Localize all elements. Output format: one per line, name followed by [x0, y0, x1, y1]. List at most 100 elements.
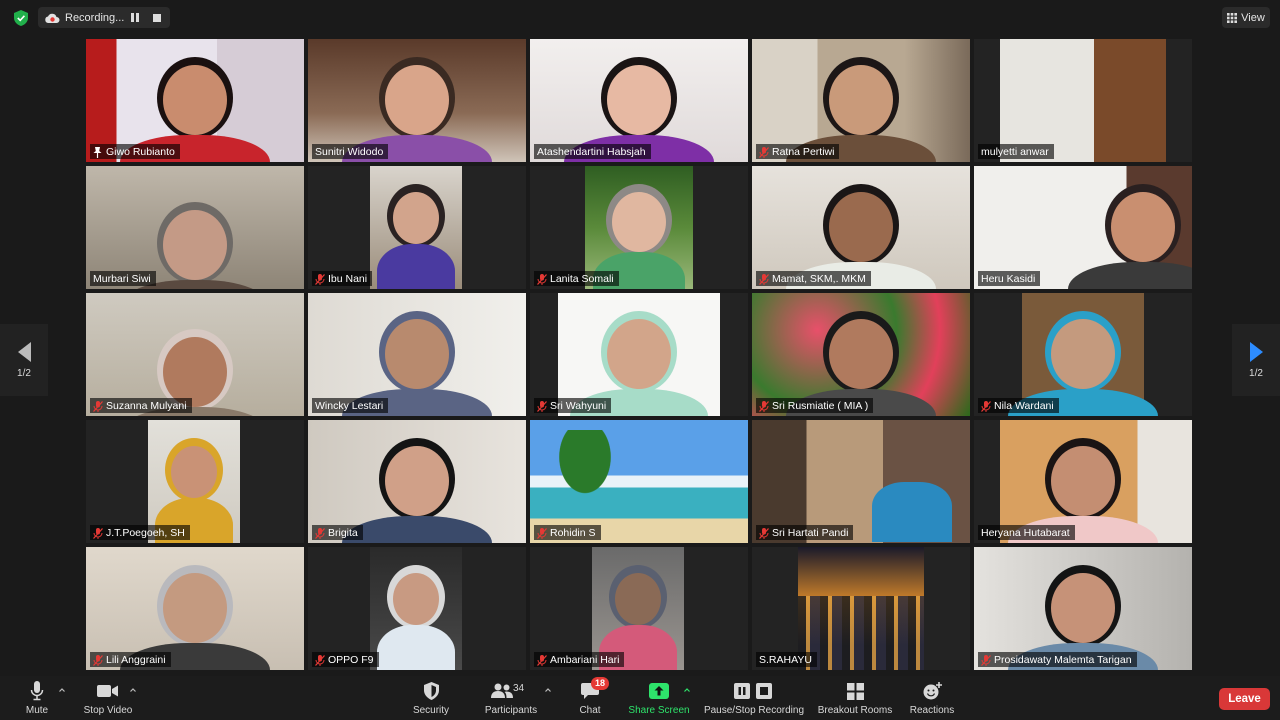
person-face [393, 192, 439, 244]
participant-name-tag: S.RAHAYU [756, 652, 817, 667]
participant-tile[interactable]: Sunitri Widodo [308, 39, 526, 162]
participant-name: J.T.Poegoeh, SH [106, 527, 185, 539]
muted-microphone-icon [759, 400, 769, 412]
participant-tile[interactable]: Heru Kasidi [974, 166, 1192, 289]
pin-icon [93, 146, 102, 158]
participant-tile[interactable]: Ratna Pertiwi [752, 39, 970, 162]
recording-label: Recording... [65, 11, 125, 24]
participant-name: Sri Hartati Pandi [772, 527, 849, 539]
stop-video-button[interactable]: Stop Video [80, 676, 136, 720]
security-label: Security [412, 705, 450, 716]
pause-recording-icon[interactable] [126, 9, 144, 27]
participant-tile[interactable]: Lanita Somali [530, 166, 748, 289]
view-button[interactable]: View [1222, 7, 1270, 28]
muted-microphone-icon [93, 400, 103, 412]
participants-button[interactable]: 34 Participants [478, 676, 544, 720]
person-face [1111, 192, 1175, 262]
participant-tile[interactable]: S.RAHAYU [752, 547, 970, 670]
participant-name: Wincky Lestari [315, 400, 384, 412]
shield-check-icon[interactable] [14, 10, 28, 26]
participant-tile[interactable]: mulyetti anwar [974, 39, 1192, 162]
previous-page-button[interactable]: 1/2 [0, 324, 48, 396]
muted-microphone-icon [537, 273, 547, 285]
arrow-right-icon [1249, 341, 1263, 362]
mute-button[interactable]: Mute [18, 676, 56, 720]
stop-recording-icon[interactable] [148, 9, 166, 27]
participant-tile[interactable]: Nila Wardani [974, 293, 1192, 416]
participant-tile[interactable]: Rohidin S [530, 420, 748, 543]
participant-name: S.RAHAYU [759, 654, 812, 666]
participant-tile[interactable]: Lili Anggraini [86, 547, 304, 670]
participant-tile[interactable]: Heryana Hutabarat [974, 420, 1192, 543]
person-body [376, 244, 456, 289]
pause-stop-recording-button[interactable]: Pause/Stop Recording [702, 676, 806, 720]
participant-name-tag: Heru Kasidi [978, 271, 1041, 286]
participant-tile[interactable]: Mamat, SKM,. MKM [752, 166, 970, 289]
page-indicator-left: 1/2 [17, 367, 31, 379]
leave-button[interactable]: Leave [1219, 688, 1270, 710]
participant-name-tag: Lili Anggraini [90, 652, 171, 667]
muted-microphone-icon [759, 146, 769, 158]
participant-tile[interactable]: Prosidawaty Malemta Tarigan [974, 547, 1192, 670]
muted-microphone-icon [315, 273, 325, 285]
participant-name: Mamat, SKM,. MKM [772, 273, 866, 285]
share-screen-button[interactable]: Share Screen [626, 676, 692, 720]
muted-microphone-icon [537, 400, 547, 412]
participant-name-tag: Ratna Pertiwi [756, 144, 840, 159]
breakout-rooms-icon [846, 679, 864, 703]
person-face [385, 319, 449, 389]
person-face [829, 65, 893, 135]
participant-tile[interactable]: Wincky Lestari [308, 293, 526, 416]
participant-tile[interactable]: J.T.Poegoeh, SH [86, 420, 304, 543]
muted-microphone-icon [93, 654, 103, 666]
participant-name-tag: Sri Hartati Pandi [756, 525, 854, 540]
participant-tile[interactable]: Giwo Rubianto [86, 39, 304, 162]
participant-tile[interactable]: Ambariani Hari [530, 547, 748, 670]
participants-options-chevron-icon[interactable] [544, 686, 552, 694]
participant-name-tag: Wincky Lestari [312, 398, 389, 413]
participant-tile[interactable]: Murbari Siwi [86, 166, 304, 289]
reactions-button[interactable]: Reactions [906, 676, 958, 720]
next-page-button[interactable]: 1/2 [1232, 324, 1280, 396]
page-indicator-right: 1/2 [1249, 367, 1263, 379]
participant-name: Lanita Somali [550, 273, 614, 285]
participant-tile[interactable]: Ibu Nani [308, 166, 526, 289]
participant-tile[interactable]: Sri Wahyuni [530, 293, 748, 416]
participant-name-tag: Sunitri Widodo [312, 144, 389, 159]
muted-microphone-icon [759, 527, 769, 539]
participant-name-tag: Nila Wardani [978, 398, 1059, 413]
participant-name: Ibu Nani [328, 273, 368, 285]
breakout-rooms-button[interactable]: Breakout Rooms [816, 676, 894, 720]
participant-tile[interactable]: OPPO F9 [308, 547, 526, 670]
participant-tile[interactable]: Brigita [308, 420, 526, 543]
mute-options-chevron-icon[interactable] [58, 686, 66, 694]
participant-name-tag: Mamat, SKM,. MKM [756, 271, 871, 286]
gallery-grid: Giwo Rubianto Sunitri Widodo Atashendartin… [86, 39, 1194, 671]
person-face [385, 446, 449, 516]
muted-microphone-icon [981, 654, 991, 666]
participant-video [370, 547, 462, 670]
participant-name-tag: Sri Rusmiatie ( MIA ) [756, 398, 874, 413]
person-face [615, 573, 661, 625]
participant-name-tag: Prosidawaty Malemta Tarigan [978, 652, 1137, 667]
reactions-label: Reactions [909, 705, 955, 716]
muted-microphone-icon [315, 654, 325, 666]
video-options-chevron-icon[interactable] [129, 686, 137, 694]
participant-name-tag: Ambariani Hari [534, 652, 625, 667]
participant-tile[interactable]: Sri Rusmiatie ( MIA ) [752, 293, 970, 416]
participant-tile[interactable]: Suzanna Mulyani [86, 293, 304, 416]
stop-video-label: Stop Video [83, 705, 133, 716]
chat-bubble-icon: 18 [581, 677, 610, 703]
security-button[interactable]: Security [408, 676, 454, 720]
chat-label: Chat [579, 705, 601, 716]
share-options-chevron-icon[interactable] [683, 686, 691, 694]
chat-button[interactable]: 18 Chat [576, 676, 610, 720]
participant-tile[interactable]: Atashendartini Habsjah [530, 39, 748, 162]
cloud-record-icon [45, 13, 60, 23]
participants-count: 34 [513, 683, 525, 694]
palm-tree-background [540, 430, 630, 520]
person-body [1068, 262, 1192, 289]
person-face [393, 573, 439, 625]
participant-tile[interactable]: Sri Hartati Pandi [752, 420, 970, 543]
participants-icon: 34 [491, 679, 531, 703]
